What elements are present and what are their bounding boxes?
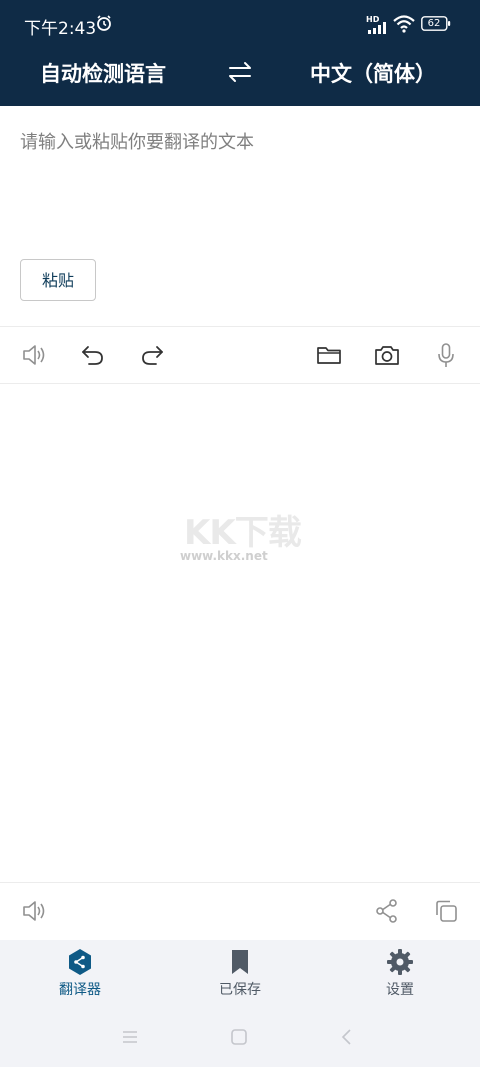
swap-languages-icon[interactable] [226,58,254,86]
status-bar: 下午2:43 HD 62 [0,0,480,44]
language-selector-row: 自动检测语言 中文（简体） [0,50,480,94]
share-icon[interactable] [373,897,401,925]
nav-settings[interactable]: 设置 [350,948,450,1004]
output-speaker-icon[interactable] [20,897,48,925]
nav-translator[interactable]: 翻译器 [30,948,130,1004]
watermark-text: KK下载 [184,513,302,553]
paste-button[interactable]: 粘贴 [20,259,96,301]
wifi-icon [393,15,415,33]
speaker-icon[interactable] [20,341,48,369]
redo-icon[interactable] [138,341,166,369]
translator-logo-icon [69,949,91,975]
target-language-button[interactable]: 中文（简体） [310,58,436,88]
signal-icon [368,22,386,34]
microphone-icon[interactable] [432,341,460,369]
nav-saved[interactable]: 已保存 [190,948,290,1004]
nav-saved-label: 已保存 [219,982,261,998]
gear-icon [387,949,413,975]
alarm-icon [97,15,111,31]
status-time: 下午2:43 [24,19,97,39]
bookmark-icon [232,950,248,974]
source-text-input-placeholder[interactable]: 请输入或粘贴你要翻译的文本 [20,128,254,154]
watermark-logo: KK下载 www.kkx.net [180,505,305,569]
translation-output-area [0,384,480,882]
copy-icon[interactable] [432,897,460,925]
nav-settings-label: 设置 [386,982,414,998]
folder-icon[interactable] [315,341,343,369]
back-icon[interactable] [338,1028,356,1046]
battery-level: 62 [427,18,441,29]
system-navigation-bar [0,1004,480,1067]
source-language-button[interactable]: 自动检测语言 [40,58,166,88]
bottom-navigation: 翻译器 已保存 设置 [0,940,480,1004]
app-header: 下午2:43 HD 62 自动检测语言 中文（简体） [0,0,480,106]
home-icon[interactable] [230,1028,248,1046]
nav-translator-label: 翻译器 [59,982,101,998]
watermark-url: www.kkx.net [180,549,268,563]
input-toolbar [0,326,480,384]
output-toolbar [0,882,480,940]
camera-icon[interactable] [373,341,401,369]
undo-icon[interactable] [79,341,107,369]
source-text-area[interactable]: 请输入或粘贴你要翻译的文本 粘贴 [0,106,480,326]
menu-icon[interactable] [121,1028,139,1046]
